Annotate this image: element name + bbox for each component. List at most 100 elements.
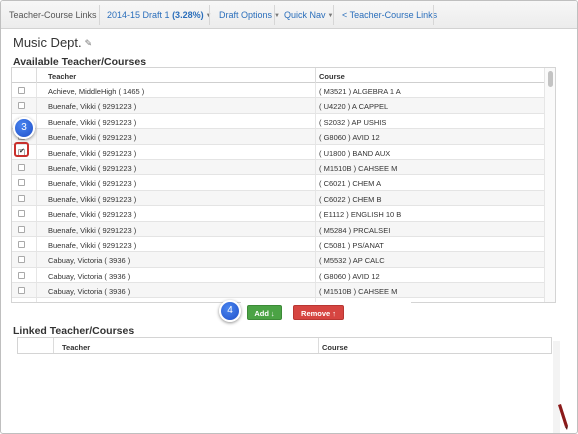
table-row[interactable]: Buenafe, Vikki ( 9291223 ) ( M5284 ) PRCA… — [12, 221, 545, 237]
row-course: ( C5081 ) PS/ANAT — [319, 240, 384, 250]
row-checkbox[interactable] — [18, 179, 25, 187]
table-row[interactable]: Buenafe, Vikki ( 9291223 ) ( U4220 ) A CA… — [12, 98, 545, 114]
row-course: ( M1510B ) CAHSEE M — [319, 163, 398, 173]
nav-draft-percent: (3.28%) — [172, 10, 204, 20]
column-divider — [36, 113, 37, 129]
row-checkbox[interactable] — [18, 210, 25, 218]
nav-back-link[interactable]: < Teacher-Course Links — [342, 10, 437, 20]
scrollbar-thumb[interactable] — [548, 71, 553, 87]
add-button-label: Add — [254, 309, 269, 318]
row-checkbox[interactable] — [18, 302, 25, 303]
header-course[interactable]: Course — [319, 72, 345, 81]
nav-divider — [209, 5, 210, 25]
row-course: ( M1510B ) CAHSEE M — [319, 287, 398, 297]
nav-quick-nav-label: Quick Nav — [284, 10, 326, 20]
table-row[interactable]: Buenafe, Vikki ( 9291223 ) ( C6021 ) CHEM… — [12, 175, 545, 191]
row-teacher: Buenafe, Vikki ( 9291223 ) — [48, 240, 137, 250]
action-bar: Add ↓ Remove ↑ — [241, 302, 411, 323]
column-divider — [36, 190, 37, 206]
row-teacher: Buenafe, Vikki ( 9291223 ) — [48, 210, 137, 220]
table-row[interactable]: Buenafe, Vikki ( 9291223 ) ( E1112 ) ENGL… — [12, 206, 545, 222]
nav-draft-label: 2014-15 Draft 1 — [107, 10, 170, 20]
row-teacher: Cabuay, Victoria ( 3936 ) — [48, 271, 131, 281]
nav-divider — [99, 5, 100, 25]
step-4-callout: 4 — [219, 300, 241, 322]
row-checkbox[interactable] — [18, 271, 25, 279]
row-checkbox[interactable] — [18, 102, 25, 110]
table-row[interactable]: Buenafe, Vikki ( 9291223 ) ( U1800 ) BAND… — [12, 144, 545, 160]
row-teacher: Cabuay, Victoria ( 3936 ) — [48, 302, 130, 303]
column-divider — [36, 206, 37, 221]
row-course: ( M5532 ) AP CALC — [319, 256, 385, 266]
header-teacher[interactable]: Teacher — [48, 72, 76, 81]
header-course[interactable]: Course — [322, 343, 348, 352]
nav-brand[interactable]: Teacher-Course Links — [9, 10, 97, 20]
arrow-up-icon: ↑ — [332, 309, 336, 318]
table-row[interactable]: Cabuay, Victoria ( 3936 ) ( M1510B ) CAHS… — [12, 283, 545, 299]
row-course: ( C6021 ) CHEM A — [319, 179, 382, 189]
column-divider — [36, 267, 37, 283]
nav-divider — [333, 5, 334, 25]
table-row[interactable]: Achieve, MiddleHigh ( 1465 ) ( M3521 ) AL… — [12, 83, 545, 99]
column-divider — [36, 175, 37, 190]
row-teacher: Buenafe, Vikki ( 9291223 ) — [48, 194, 137, 204]
edit-icon[interactable]: ✎ — [85, 38, 93, 49]
nav-draft-options-label: Draft Options — [219, 10, 273, 20]
row-teacher: Cabuay, Victoria ( 3936 ) — [48, 287, 131, 297]
vertical-scrollbar[interactable] — [544, 68, 555, 302]
nav-quick-nav[interactable]: Quick Nav ▼ — [284, 10, 333, 20]
column-divider — [36, 159, 37, 175]
header-teacher[interactable]: Teacher — [62, 343, 90, 352]
row-checkbox[interactable] — [18, 240, 25, 248]
table-row[interactable]: Buenafe, Vikki ( 9291223 ) ( C6022 ) CHEM… — [12, 190, 545, 207]
table-body: Achieve, MiddleHigh ( 1465 ) ( M3521 ) AL… — [12, 83, 545, 303]
row-checkbox[interactable] — [18, 256, 25, 264]
checkbox-highlight — [14, 142, 29, 157]
nav-divider — [433, 5, 434, 25]
column-divider — [36, 236, 37, 252]
row-course: ( M5284 ) PRCALSEI — [319, 225, 391, 235]
column-divider — [315, 83, 316, 98]
column-divider — [36, 144, 37, 159]
row-checkbox[interactable] — [18, 87, 25, 94]
column-divider — [36, 252, 37, 267]
column-divider — [36, 221, 37, 236]
annotation-pen-icon — [558, 404, 568, 430]
step-3-callout: 3 — [13, 117, 35, 139]
nav-draft-options[interactable]: Draft Options ▼ — [219, 10, 280, 20]
table-row[interactable]: Buenafe, Vikki ( 9291223 ) ( S2032 ) AP U… — [12, 113, 545, 130]
row-checkbox[interactable] — [18, 163, 25, 171]
remove-button[interactable]: Remove ↑ — [293, 305, 344, 320]
linked-heading: Linked Teacher/Courses — [13, 325, 135, 337]
row-course: ( S2032 ) AP USHIS — [319, 117, 387, 127]
nav-draft-dropdown[interactable]: 2014-15 Draft 1 (3.28%)▼ — [107, 10, 212, 20]
table-row[interactable]: Cabuay, Victoria ( 3936 ) ( M5532 ) AP CA… — [12, 252, 545, 268]
row-teacher: Buenafe, Vikki ( 9291223 ) — [48, 117, 137, 127]
column-divider — [36, 98, 37, 113]
column-divider — [315, 236, 316, 252]
row-course: ( U1800 ) BAND AUX — [319, 148, 391, 158]
column-divider — [36, 283, 37, 298]
row-teacher: Buenafe, Vikki ( 9291223 ) — [48, 133, 137, 143]
row-teacher: Buenafe, Vikki ( 9291223 ) — [48, 225, 137, 235]
dept-title: Music Dept. — [13, 35, 82, 50]
row-teacher: Buenafe, Vikki ( 9291223 ) — [48, 179, 137, 189]
table-row[interactable]: Buenafe, Vikki ( 9291223 ) ( M1510B ) CAH… — [12, 159, 545, 176]
row-checkbox[interactable] — [18, 194, 25, 202]
table-row[interactable]: Buenafe, Vikki ( 9291223 ) ( G8060 ) AVID… — [12, 129, 545, 145]
top-navbar: Teacher-Course Links 2014-15 Draft 1 (3.… — [1, 1, 577, 29]
row-course: ( C6022 ) CHEM B — [319, 194, 382, 204]
row-checkbox[interactable] — [18, 287, 25, 295]
row-teacher: Cabuay, Victoria ( 3936 ) — [48, 256, 131, 266]
column-divider — [318, 338, 319, 353]
available-table: Teacher Course Achieve, MiddleHigh ( 146… — [11, 67, 556, 303]
column-divider — [315, 68, 316, 83]
row-checkbox[interactable] — [18, 225, 25, 233]
column-divider — [315, 129, 316, 144]
column-divider — [315, 252, 316, 267]
table-row[interactable]: Buenafe, Vikki ( 9291223 ) ( C5081 ) PS/A… — [12, 236, 545, 253]
add-button[interactable]: Add ↓ — [247, 305, 282, 320]
table-row[interactable]: Cabuay, Victoria ( 3936 ) ( G8060 ) AVID … — [12, 267, 545, 284]
row-course: ( G8060 ) AVID 12 — [319, 271, 380, 281]
column-divider — [315, 113, 316, 129]
